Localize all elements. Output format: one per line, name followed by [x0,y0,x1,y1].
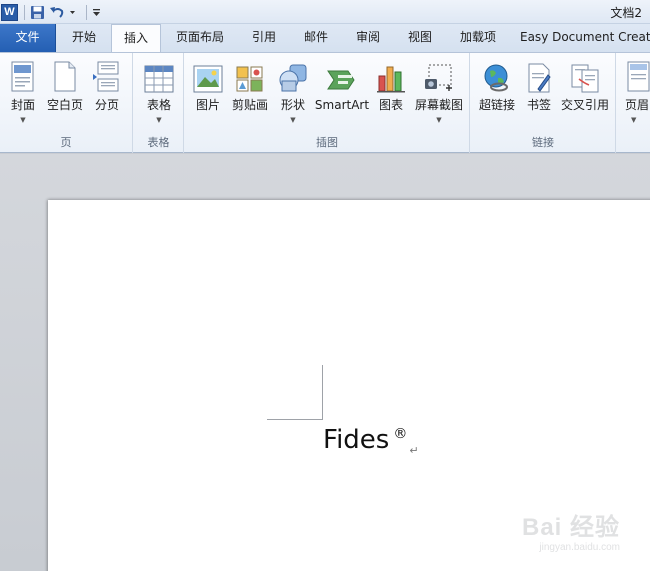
clip-art-button[interactable]: 剪贴画 [229,57,271,129]
page-break-button[interactable]: 分页 [88,57,126,129]
smartart-label: SmartArt [314,98,370,112]
group-label-illustrations: 插图 [316,136,338,149]
document-text-line[interactable]: Fides ®↵ [323,425,419,457]
paragraph-mark-icon: ↵ [409,444,419,457]
undo-dropdown-button[interactable] [69,3,76,21]
chart-icon [373,57,409,93]
page-break-icon [88,57,126,93]
cover-page-button[interactable]: 封面 ▼ [4,57,42,129]
bookmark-icon [522,57,556,93]
document-title: 文档2 [610,6,642,20]
header-button[interactable]: 页眉 ▼ [625,57,650,129]
word-app-icon[interactable]: W [1,3,18,21]
hyperlink-label: 超链接 [478,98,515,112]
cross-reference-label: 交叉引用 [560,98,609,112]
bookmark-button[interactable]: 书签 [522,57,556,129]
watermark-url: jingyan.baidu.com [539,542,620,553]
customize-qat-button[interactable] [92,3,101,21]
globe-link-icon [474,57,520,93]
ribbon-tabs: 文件 开始 插入 页面布局 引用 邮件 审阅 视图 加载项 Easy Docum… [0,24,650,53]
chevron-down-icon: ▼ [631,116,637,124]
tab-file[interactable]: 文件 [0,24,56,52]
tab-references[interactable]: 引用 [240,24,288,52]
tab-insert[interactable]: 插入 [111,24,161,53]
group-tables: 表格 ▼ 表格 [134,53,184,153]
cross-reference-button[interactable]: 交叉引用 [558,57,612,129]
screenshot-button[interactable]: 屏幕截图 ▼ [411,57,467,129]
undo-button[interactable] [49,3,65,21]
smartart-button[interactable]: SmartArt [313,57,371,129]
table-label: 表格 [146,98,171,112]
chevron-down-icon: ▼ [290,116,296,124]
shapes-label: 形状 [280,98,305,112]
undo-icon [50,6,64,18]
table-icon [139,57,179,93]
header-label: 页眉 [625,98,650,112]
blank-page-label: 空白页 [46,98,83,112]
blank-page-icon [44,57,86,93]
clip-art-icon [229,57,271,93]
group-label-links: 链接 [532,136,554,149]
group-links: 超链接 书签 交叉引用 链接 [471,53,616,153]
group-label-pages: 页 [60,136,72,149]
title-bar: W 文档2 [0,0,650,24]
chevron-down-icon: ▼ [20,116,26,124]
tab-home[interactable]: 开始 [58,24,110,52]
cross-reference-icon [558,57,612,93]
margin-corner-marker [267,365,323,420]
shapes-button[interactable]: 形状 ▼ [275,57,311,129]
save-button[interactable] [30,3,45,21]
document-text: Fides [323,425,390,455]
group-label-tables: 表格 [147,136,170,149]
table-button[interactable]: 表格 ▼ [139,57,179,129]
qat-separator [86,4,87,20]
chevron-down-icon [70,10,75,14]
tab-easy-document-creator[interactable]: Easy Document Creator [520,24,650,52]
document-workspace[interactable]: Fides ®↵ Bai 经验 jingyan.baidu.com [0,154,650,571]
page-break-label: 分页 [94,98,119,112]
group-pages: 封面 ▼ 空白页 分页 页 [0,53,133,153]
screenshot-label: 屏幕截图 [414,98,463,112]
tab-addins[interactable]: 加载项 [448,24,508,52]
group-illustrations: 图片 剪贴画 形状 ▼ SmartArt 图表 屏幕截图 ▼ 插图 [185,53,470,153]
hyperlink-button[interactable]: 超链接 [474,57,520,129]
bookmark-label: 书签 [526,98,551,112]
shapes-icon [275,57,311,93]
save-icon [31,5,44,19]
chevron-down-icon: ▼ [156,116,162,124]
registered-symbol: ® [393,426,408,442]
picture-button[interactable]: 图片 [189,57,227,129]
watermark-logo: Bai 经验 [521,514,620,541]
tab-review[interactable]: 审阅 [344,24,392,52]
tab-mailings[interactable]: 邮件 [292,24,340,52]
smartart-icon [313,57,371,93]
blank-page-button[interactable]: 空白页 [44,57,86,129]
chart-label: 图表 [378,98,403,112]
cover-page-icon [4,57,42,93]
chart-button[interactable]: 图表 [373,57,409,129]
picture-icon [189,57,227,93]
header-icon [625,57,650,93]
cover-page-label: 封面 [10,98,35,112]
quick-access-toolbar: W [0,2,105,22]
chevron-down-icon: ▼ [436,116,442,124]
ribbon-panel: 封面 ▼ 空白页 分页 页 表格 ▼ 表格 图片 剪贴画 形状 ▼ SmartA… [0,52,650,153]
qat-separator [24,4,25,20]
tab-view[interactable]: 视图 [396,24,444,52]
customize-icon [93,8,100,16]
group-header-footer: 页眉 ▼ [617,53,650,153]
picture-label: 图片 [195,98,220,112]
watermark: Bai 经验 jingyan.baidu.com [522,507,620,553]
clip-art-label: 剪贴画 [231,98,268,112]
tab-page-layout[interactable]: 页面布局 [164,24,236,52]
screenshot-icon [411,57,467,93]
